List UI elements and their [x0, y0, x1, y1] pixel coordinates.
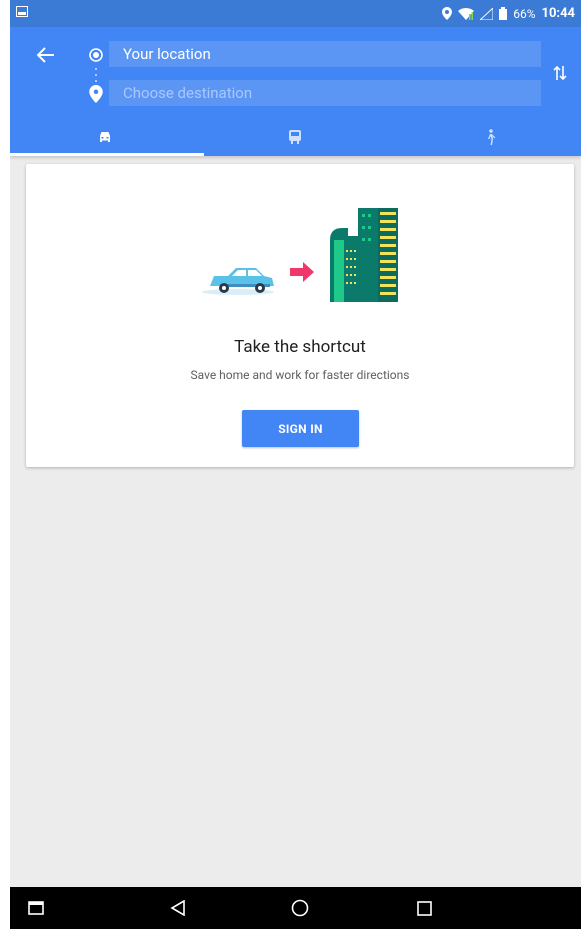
arrow-illustration: [290, 262, 314, 282]
home-button[interactable]: [288, 897, 312, 919]
nav-back-icon: [170, 900, 185, 916]
wifi-icon: [458, 7, 475, 20]
building-illustration: [330, 208, 398, 302]
card-title: Take the shortcut: [234, 337, 366, 357]
tab-transit[interactable]: [200, 117, 390, 156]
status-bar: 66% 10:44: [10, 0, 581, 27]
route-dots: [95, 68, 97, 82]
tab-walking[interactable]: [400, 117, 581, 156]
travel-mode-tabs: [10, 117, 581, 156]
recent-apps-button[interactable]: [24, 897, 48, 919]
battery-percent: 66%: [513, 6, 536, 21]
shortcut-card: Take the shortcut Save home and work for…: [26, 164, 574, 467]
swap-icon: [553, 65, 567, 81]
overview-icon: [416, 900, 432, 916]
system-nav-bar: [10, 887, 581, 929]
app-frame: 66% 10:44 Your location Choose destinati…: [10, 0, 581, 929]
card-subtitle: Save home and work for faster directions: [190, 368, 410, 382]
location-pin-icon: [442, 7, 453, 20]
origin-input[interactable]: Your location: [109, 41, 541, 67]
back-arrow-icon: [37, 47, 54, 63]
swap-button[interactable]: [549, 61, 571, 85]
origin-dot-icon: [89, 48, 103, 62]
car-to-building-illustration: [202, 208, 398, 302]
nav-back-button[interactable]: [166, 897, 190, 919]
car-illustration: [202, 268, 274, 295]
overview-button[interactable]: [412, 897, 436, 919]
directions-header: Your location Choose destination: [10, 27, 581, 156]
sign-in-button[interactable]: SIGN IN: [242, 410, 359, 447]
battery-icon: [499, 7, 508, 20]
screenshot-icon: [16, 6, 28, 20]
destination-input[interactable]: Choose destination: [109, 80, 541, 106]
car-icon: [100, 131, 110, 142]
transit-icon: [289, 129, 301, 144]
tab-driving[interactable]: [10, 117, 200, 156]
status-icons: 66% 10:44: [442, 6, 575, 21]
destination-pin-icon: [89, 85, 103, 103]
selected-tab-indicator: [10, 153, 204, 156]
recent-apps-icon: [28, 901, 44, 915]
walk-icon: [487, 128, 495, 145]
status-time: 10:44: [541, 6, 576, 21]
signal-icon: [480, 7, 494, 20]
back-button[interactable]: [34, 43, 58, 67]
home-icon: [291, 899, 309, 917]
